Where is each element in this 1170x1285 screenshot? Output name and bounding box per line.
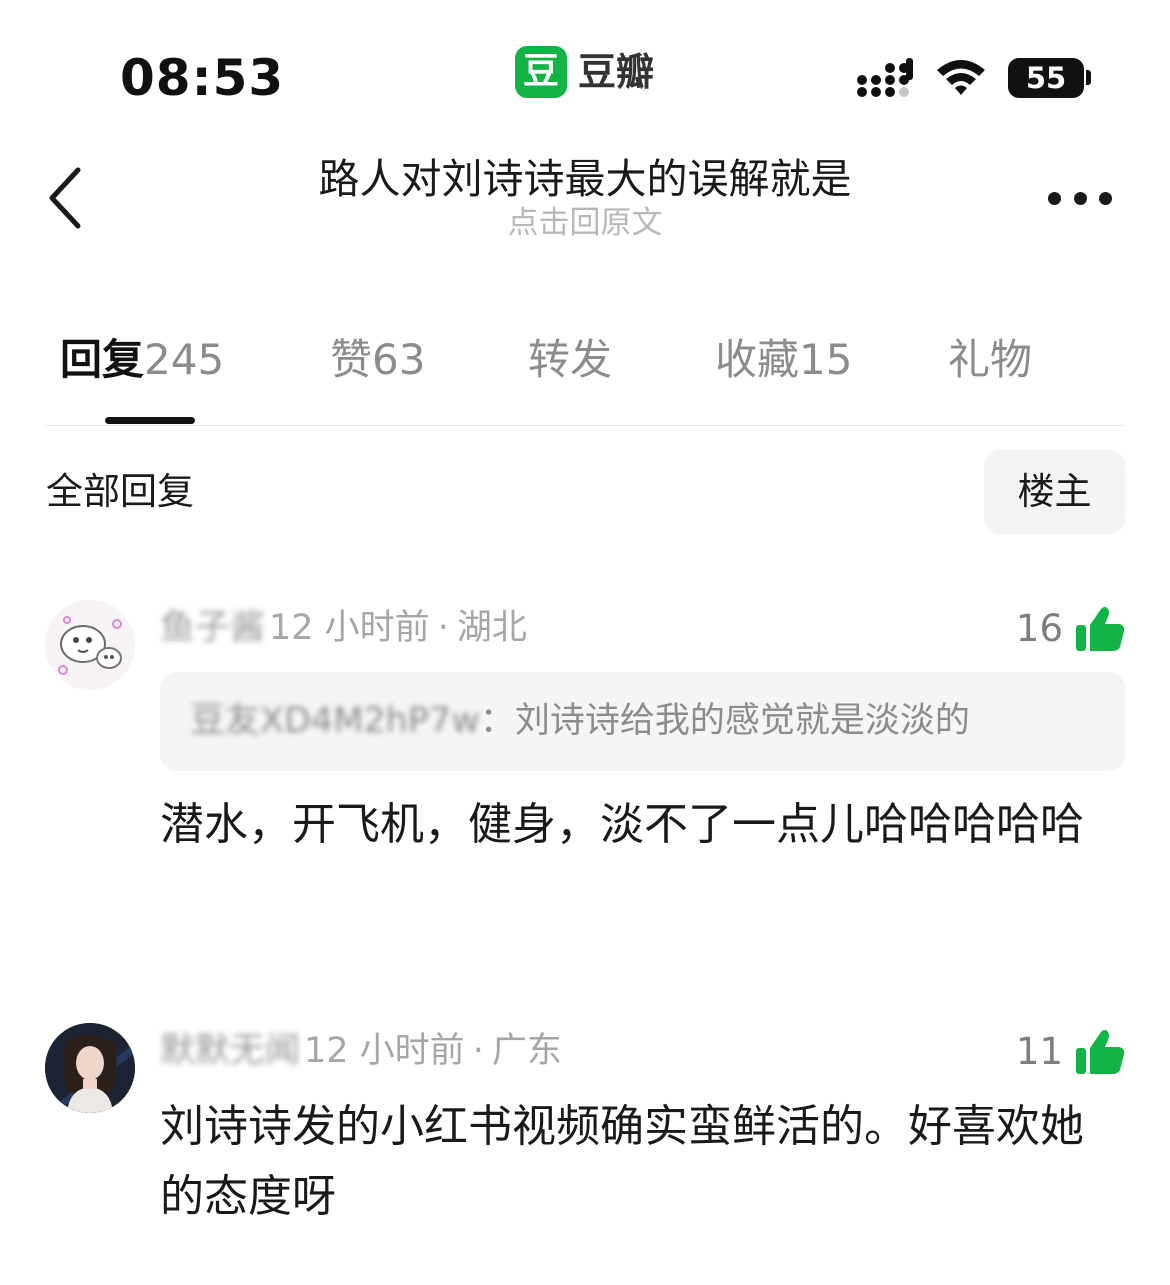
- tab-replies-label: 回复: [60, 335, 145, 384]
- meta-separator: ·: [437, 608, 449, 648]
- comment-meta: 默默无闻 12 小时前 · 广东: [160, 1026, 562, 1076]
- quote-separator: ：: [479, 701, 515, 741]
- avatar[interactable]: [45, 600, 135, 690]
- cellular-signal-icon: [857, 58, 913, 97]
- battery-indicator: 55: [1008, 58, 1084, 98]
- comment-text: 刘诗诗发的小红书视频确实蛮鲜活的。好喜欢她的态度呀: [160, 1101, 1084, 1222]
- comment-time: 12 小时前: [304, 1031, 465, 1071]
- tab-likes[interactable]: 赞63: [330, 332, 425, 388]
- comment-location: 湖北: [456, 608, 527, 648]
- comment-username[interactable]: 默默无闻: [160, 1026, 300, 1076]
- back-to-original-link[interactable]: 点击回原文: [200, 200, 970, 246]
- tab-collections[interactable]: 收藏15: [715, 332, 852, 388]
- avatar[interactable]: [45, 1023, 135, 1113]
- like-count: 16: [1015, 607, 1063, 650]
- tab-replies-count: 245: [144, 335, 225, 384]
- wifi-icon: [937, 60, 985, 95]
- quoted-text: 刘诗诗给我的感觉就是淡淡的: [514, 701, 970, 741]
- like-button[interactable]: 16: [1016, 604, 1125, 654]
- comment-time: 12 小时前: [269, 608, 430, 648]
- tab-collections-label: 收藏: [715, 335, 800, 384]
- tab-reshares[interactable]: 转发: [528, 332, 612, 388]
- status-time: 08:53: [120, 49, 285, 107]
- like-button[interactable]: 11: [1016, 1027, 1125, 1077]
- active-tab-indicator: [105, 417, 195, 424]
- tabs-divider: [45, 425, 1125, 426]
- tab-gifts[interactable]: 礼物: [948, 332, 1032, 388]
- douban-logo-icon: 豆: [515, 46, 567, 98]
- op-only-filter-button[interactable]: 楼主: [984, 450, 1125, 534]
- battery-tip: [1086, 70, 1091, 85]
- meta-separator: ·: [472, 1031, 484, 1071]
- comment-meta: 鱼子酱 12 小时前 · 湖北: [160, 603, 527, 653]
- quoted-reply[interactable]: 豆友XD4M2hP7w：刘诗诗给我的感觉就是淡淡的: [160, 672, 1125, 771]
- thumbs-up-icon: [1076, 1030, 1125, 1074]
- quoted-username: 豆友XD4M2hP7w: [190, 701, 480, 741]
- more-options-icon[interactable]: [1040, 178, 1120, 218]
- tab-likes-label: 赞: [330, 335, 373, 384]
- tab-replies[interactable]: 回复245: [60, 332, 224, 388]
- tab-likes-count: 63: [372, 335, 426, 384]
- all-replies-heading: 全部回复: [46, 470, 194, 513]
- back-chevron-icon[interactable]: [40, 160, 100, 240]
- tab-collections-count: 15: [799, 335, 853, 384]
- comment-username[interactable]: 鱼子酱: [160, 603, 265, 653]
- thumbs-up-icon: [1076, 607, 1125, 651]
- comment-text: 潜水，开飞机，健身，淡不了一点儿哈哈哈哈哈: [160, 799, 1084, 850]
- comment-location: 广东: [491, 1031, 562, 1071]
- app-name: 豆瓣: [578, 50, 655, 94]
- like-count: 11: [1015, 1030, 1063, 1073]
- tab-reshares-label: 转发: [528, 335, 613, 384]
- tab-gifts-label: 礼物: [948, 335, 1033, 384]
